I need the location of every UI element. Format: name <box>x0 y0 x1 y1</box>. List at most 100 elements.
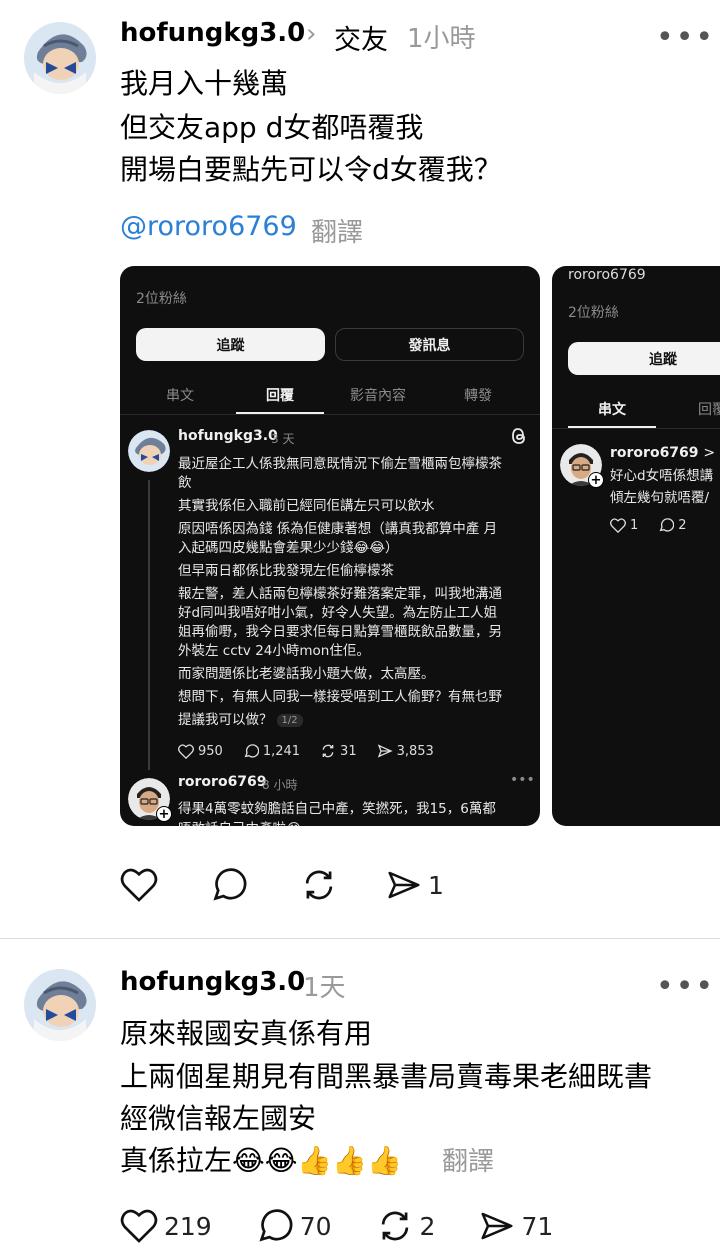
avatar[interactable] <box>128 430 170 472</box>
divider <box>552 428 720 429</box>
post-text-line: 原來報國安真係有用 <box>120 1017 373 1050</box>
post-1: hofungkg3.0 › 交友 1小時 ••• 我月入十幾萬 但交友app d… <box>0 0 720 938</box>
send-icon <box>481 1212 513 1240</box>
threads-logo-icon <box>510 426 528 450</box>
like-action[interactable]: 950 <box>178 744 223 759</box>
reply-text-line: 得果4萬零蚊夠膽話自己中產，笑撚死，我15，6萬都 <box>178 801 496 817</box>
translate-link[interactable]: 翻譯 <box>442 1141 494 1178</box>
page-indicator: 1/2 <box>276 713 303 727</box>
tab-replies[interactable]: 回覆 <box>240 385 320 405</box>
follow-button[interactable]: 追蹤 <box>136 328 325 361</box>
thread-text-line: 其實我係佢入職前已經同佢講左只可以飲水 <box>178 498 435 514</box>
share-button[interactable]: 71 <box>479 1208 553 1244</box>
mention-link[interactable]: @rororo6769 <box>120 211 297 242</box>
thread-text-line: 原因唔係因為錢 係為佢健康著想（講真我都算中產 月 <box>178 521 498 537</box>
tab-replies[interactable]: 回覆 <box>672 399 720 419</box>
timestamp: 1天 <box>303 973 346 1003</box>
post-text-line: 但交友app d女都唔覆我 <box>120 111 424 144</box>
thread-text-line: 姐再偷嘢，我今日要求佢每日點算雪櫃既飲品數量，另 <box>178 624 502 640</box>
share-button[interactable]: 1 <box>386 867 444 903</box>
topic-tag: > 交 <box>703 445 720 461</box>
share-count: 3,853 <box>396 743 434 759</box>
reply-username[interactable]: rororo6769 <box>178 774 267 790</box>
more-options-icon[interactable]: ••• <box>510 772 535 788</box>
thread-text-line: 外裝左 cctv 24小時mon住佢。 <box>178 643 370 659</box>
thread-text-line: 想問下，有無人同我一樣接受唔到工人偷野？有無乜野 <box>178 689 502 705</box>
post-text-line: 真係拉左😂😂👍👍👍 <box>120 1144 403 1177</box>
more-options-icon[interactable]: ••• <box>656 972 715 1002</box>
post-2: hofungkg3.0 1天 ••• 原來報國安真係有用 上兩個星期見有間黑暴書… <box>0 939 720 1255</box>
reply-action[interactable]: 1,241 <box>243 743 300 759</box>
topic-tag[interactable]: 交友 <box>334 18 388 57</box>
username[interactable]: hofungkg3.0 <box>120 18 305 48</box>
username[interactable]: hofungkg3.0 <box>120 967 305 997</box>
post-username[interactable]: rororo6769 > 交 <box>610 442 720 462</box>
like-count: 950 <box>198 743 223 759</box>
heart-icon <box>120 868 158 902</box>
thread-text-line: 而家問題係比老婆話我小題大做，太高壓。 <box>178 666 435 682</box>
share-count: 71 <box>521 1211 554 1241</box>
thread-text-line: 最近屋企工人係我無同意既情況下偷左雪櫃兩包檸檬茶 <box>178 456 502 472</box>
reply-text-line: 唔敢話自己中產啦😂 <box>178 817 302 826</box>
reply-action[interactable]: 2 <box>658 517 687 533</box>
thread-line <box>148 480 150 770</box>
tab-threads[interactable]: 串文 <box>140 385 220 405</box>
reply-button[interactable] <box>210 866 248 904</box>
chevron-right-icon: › <box>306 19 317 49</box>
reply-count: 1,241 <box>262 743 301 759</box>
repost-action[interactable]: 31 <box>320 743 357 759</box>
comment-icon <box>259 1209 293 1242</box>
post-actions: 219 70 2 71 <box>120 1207 589 1245</box>
divider <box>120 414 540 415</box>
post-text-line: 好心d女唔係想講 <box>610 468 714 484</box>
thread-text-line: 報左警，差人話兩包檸檬茶好難落案定罪，叫我地溝通 <box>178 586 502 602</box>
send-icon <box>388 871 420 899</box>
repost-count: 2 <box>419 1211 436 1241</box>
more-options-icon[interactable]: ••• <box>656 23 715 53</box>
timestamp: 1小時 <box>407 24 476 54</box>
post-username-text: rororo6769 <box>610 445 699 461</box>
screenshot-image-2[interactable]: rororo6769 2位粉絲 追蹤 串文 回覆 + rororo6769 > … <box>552 266 720 826</box>
post-actions: 1 <box>120 866 480 904</box>
tab-media[interactable]: 影音內容 <box>338 385 418 405</box>
translate-link[interactable]: 翻譯 <box>311 212 363 249</box>
reply-count: 2 <box>678 517 687 533</box>
post-actions: 1 2 <box>610 517 707 533</box>
thread-text-line: 入起碼四皮幾點會差果少少錢😂😂） <box>178 540 399 556</box>
profile-name: rororo6769 <box>568 267 646 283</box>
tab-threads[interactable]: 串文 <box>572 399 652 419</box>
message-button[interactable]: 發訊息 <box>335 328 524 361</box>
repost-icon <box>381 1211 408 1241</box>
repost-icon <box>305 870 333 900</box>
follower-count: 2位粉絲 <box>568 305 619 321</box>
reply-button[interactable]: 70 <box>256 1207 332 1245</box>
follow-plus-icon[interactable]: + <box>588 472 604 488</box>
reply-count: 70 <box>299 1211 332 1241</box>
follow-button[interactable]: 追蹤 <box>568 342 720 375</box>
follow-plus-icon[interactable]: + <box>156 806 172 822</box>
share-count: 1 <box>428 870 444 900</box>
repost-count: 31 <box>340 743 357 759</box>
like-button[interactable] <box>120 867 158 903</box>
thread-username[interactable]: hofungkg3.0 <box>178 428 278 444</box>
avatar[interactable] <box>24 22 96 94</box>
repost-button[interactable] <box>300 866 338 904</box>
post-text-line: 上兩個星期見有間黑暴書局賣毒果老細既書 <box>120 1060 653 1093</box>
like-count: 219 <box>164 1211 212 1241</box>
avatar[interactable] <box>24 969 96 1041</box>
like-button[interactable]: 219 <box>120 1208 212 1244</box>
thread-text-line: 提議我可以做？ 1/2 <box>178 708 303 728</box>
share-action[interactable]: 3,853 <box>377 743 434 759</box>
repost-button[interactable]: 2 <box>376 1207 436 1245</box>
heart-icon <box>120 1209 158 1243</box>
thread-text-line: 飲 <box>178 475 192 491</box>
thread-time: 3 天 <box>271 432 295 446</box>
post-text-line: 傾左幾句就唔覆/ <box>610 490 710 506</box>
tab-reposts[interactable]: 轉發 <box>438 385 518 405</box>
like-action[interactable]: 1 <box>610 518 638 533</box>
thread-actions: 950 1,241 31 3,853 <box>178 743 454 759</box>
screenshot-image-1[interactable]: 2位粉絲 追蹤 發訊息 串文 回覆 影音內容 轉發 hofungkg3.0 3 … <box>120 266 540 826</box>
post-text-line: 我月入十幾萬 <box>120 67 289 100</box>
post-text-line: 經微信報左國安 <box>120 1102 317 1135</box>
comment-icon <box>213 868 247 901</box>
